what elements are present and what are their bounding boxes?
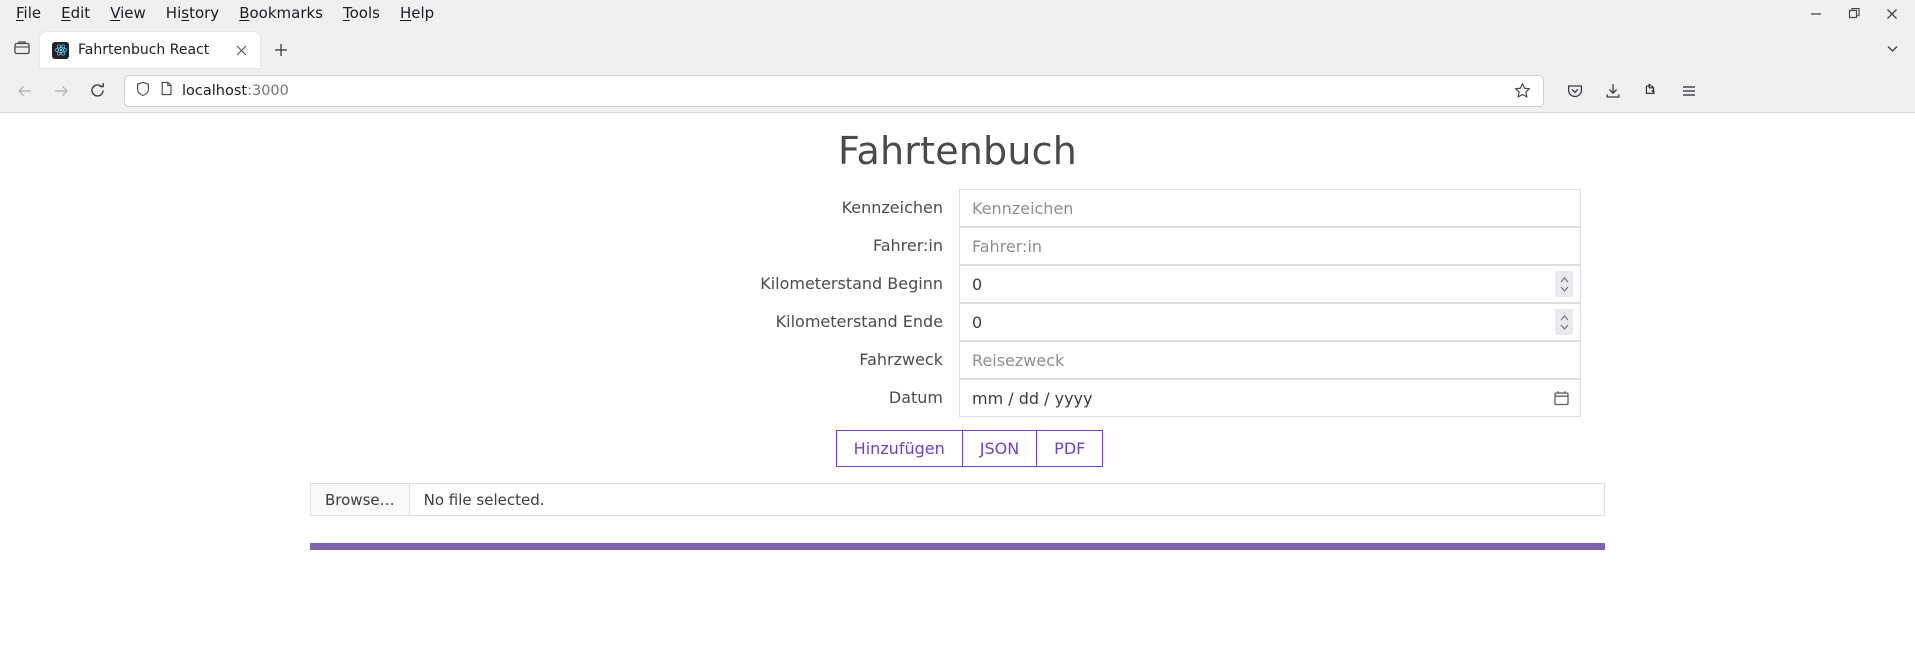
button-group: Hinzufügen JSON PDF bbox=[835, 430, 1104, 467]
label-datum: Datum bbox=[888, 388, 943, 407]
form-row-fahrer: Fahrer:in Fahrer:in bbox=[310, 227, 1605, 265]
file-status-text: No file selected. bbox=[423, 490, 545, 509]
page-icon bbox=[159, 81, 174, 100]
react-logo-icon bbox=[52, 41, 69, 59]
fahrtenbuch-form: Kennzeichen Kennzeichen Fahrer:in Fahrer… bbox=[310, 189, 1605, 550]
add-button[interactable]: Hinzufügen bbox=[835, 430, 963, 467]
menu-bar: File Edit View History Bookmarks Tools H… bbox=[0, 0, 1915, 27]
input-datum[interactable]: mm / dd / yyyy bbox=[959, 379, 1581, 417]
input-kennzeichen[interactable]: Kennzeichen bbox=[959, 189, 1581, 227]
star-icon[interactable] bbox=[1509, 78, 1535, 104]
menu-history[interactable]: History bbox=[156, 4, 229, 23]
label-km-beginn: Kilometerstand Beginn bbox=[760, 274, 943, 293]
shield-icon[interactable] bbox=[135, 81, 151, 101]
tab-strip: Fahrtenbuch React bbox=[0, 27, 1915, 69]
navigation-toolbar: localhost:3000 bbox=[0, 69, 1915, 113]
tab-title: Fahrtenbuch React bbox=[78, 42, 210, 58]
menu-tools[interactable]: Tools bbox=[333, 4, 390, 23]
menu-help[interactable]: Help bbox=[390, 4, 444, 23]
form-row-km-beginn: Kilometerstand Beginn 0 bbox=[310, 265, 1605, 303]
form-row-kennzeichen: Kennzeichen Kennzeichen bbox=[310, 189, 1605, 227]
field-km-ende: 0 bbox=[959, 303, 1581, 341]
url-bar[interactable]: localhost:3000 bbox=[124, 74, 1544, 107]
maximize-icon[interactable] bbox=[1837, 3, 1871, 25]
close-icon[interactable] bbox=[1875, 3, 1909, 25]
new-tab-button[interactable] bbox=[266, 35, 296, 65]
form-row-fahrzweck: Fahrzweck Reisezweck bbox=[310, 341, 1605, 379]
field-fahrer: Fahrer:in bbox=[959, 227, 1581, 265]
reload-icon[interactable] bbox=[80, 74, 114, 108]
field-fahrzweck: Reisezweck bbox=[959, 341, 1581, 379]
json-button[interactable]: JSON bbox=[961, 430, 1038, 467]
window-controls bbox=[1799, 0, 1909, 27]
field-kennzeichen: Kennzeichen bbox=[959, 189, 1581, 227]
list-all-tabs-button[interactable] bbox=[1877, 33, 1907, 63]
page-title: Fahrtenbuch bbox=[837, 129, 1078, 173]
input-fahrer[interactable]: Fahrer:in bbox=[959, 227, 1581, 265]
file-input-row: Browse… No file selected. bbox=[310, 483, 1605, 516]
download-icon[interactable] bbox=[1596, 74, 1630, 108]
field-datum: mm / dd / yyyy bbox=[959, 379, 1581, 417]
browser-tab[interactable]: Fahrtenbuch React bbox=[40, 32, 260, 68]
app-menu-icon[interactable] bbox=[1672, 74, 1706, 108]
label-kennzeichen: Kennzeichen bbox=[841, 198, 943, 217]
action-buttons-row: Hinzufügen JSON PDF bbox=[310, 430, 1605, 467]
menu-bookmarks[interactable]: Bookmarks bbox=[229, 4, 333, 23]
pdf-button[interactable]: PDF bbox=[1036, 430, 1104, 467]
browse-button[interactable]: Browse… bbox=[311, 484, 410, 515]
pocket-icon[interactable] bbox=[1558, 74, 1592, 108]
number-stepper-km-ende[interactable] bbox=[1555, 309, 1573, 335]
calendar-icon[interactable] bbox=[1554, 390, 1569, 406]
menu-edit[interactable]: Edit bbox=[51, 4, 100, 23]
label-fahrer: Fahrer:in bbox=[872, 236, 943, 255]
minimize-icon[interactable] bbox=[1799, 3, 1833, 25]
extensions-icon[interactable] bbox=[1634, 74, 1668, 108]
menu-file[interactable]: File bbox=[6, 4, 51, 23]
firefox-view-icon[interactable] bbox=[4, 30, 40, 66]
progress-bar bbox=[310, 543, 1605, 550]
input-km-beginn[interactable]: 0 bbox=[959, 265, 1581, 303]
file-input[interactable]: Browse… No file selected. bbox=[310, 483, 1605, 516]
browser-chrome: File Edit View History Bookmarks Tools H… bbox=[0, 0, 1915, 113]
input-km-ende[interactable]: 0 bbox=[959, 303, 1581, 341]
page-content: Fahrtenbuch Kennzeichen Kennzeichen Fahr… bbox=[0, 113, 1915, 659]
field-km-beginn: 0 bbox=[959, 265, 1581, 303]
forward-arrow-icon[interactable] bbox=[44, 74, 78, 108]
menu-view[interactable]: View bbox=[100, 4, 156, 23]
number-stepper-km-beginn[interactable] bbox=[1555, 271, 1573, 297]
back-arrow-icon[interactable] bbox=[8, 74, 42, 108]
tab-close-icon[interactable] bbox=[230, 39, 252, 61]
form-row-km-ende: Kilometerstand Ende 0 bbox=[310, 303, 1605, 341]
url-text[interactable]: localhost:3000 bbox=[182, 83, 1501, 99]
url-host: localhost bbox=[182, 82, 248, 99]
url-port: :3000 bbox=[247, 82, 289, 99]
input-fahrzweck[interactable]: Reisezweck bbox=[959, 341, 1581, 379]
label-km-ende: Kilometerstand Ende bbox=[775, 312, 943, 331]
form-row-datum: Datum mm / dd / yyyy bbox=[310, 379, 1605, 417]
toolbar-right bbox=[1558, 74, 1706, 108]
label-fahrzweck: Fahrzweck bbox=[859, 350, 943, 369]
